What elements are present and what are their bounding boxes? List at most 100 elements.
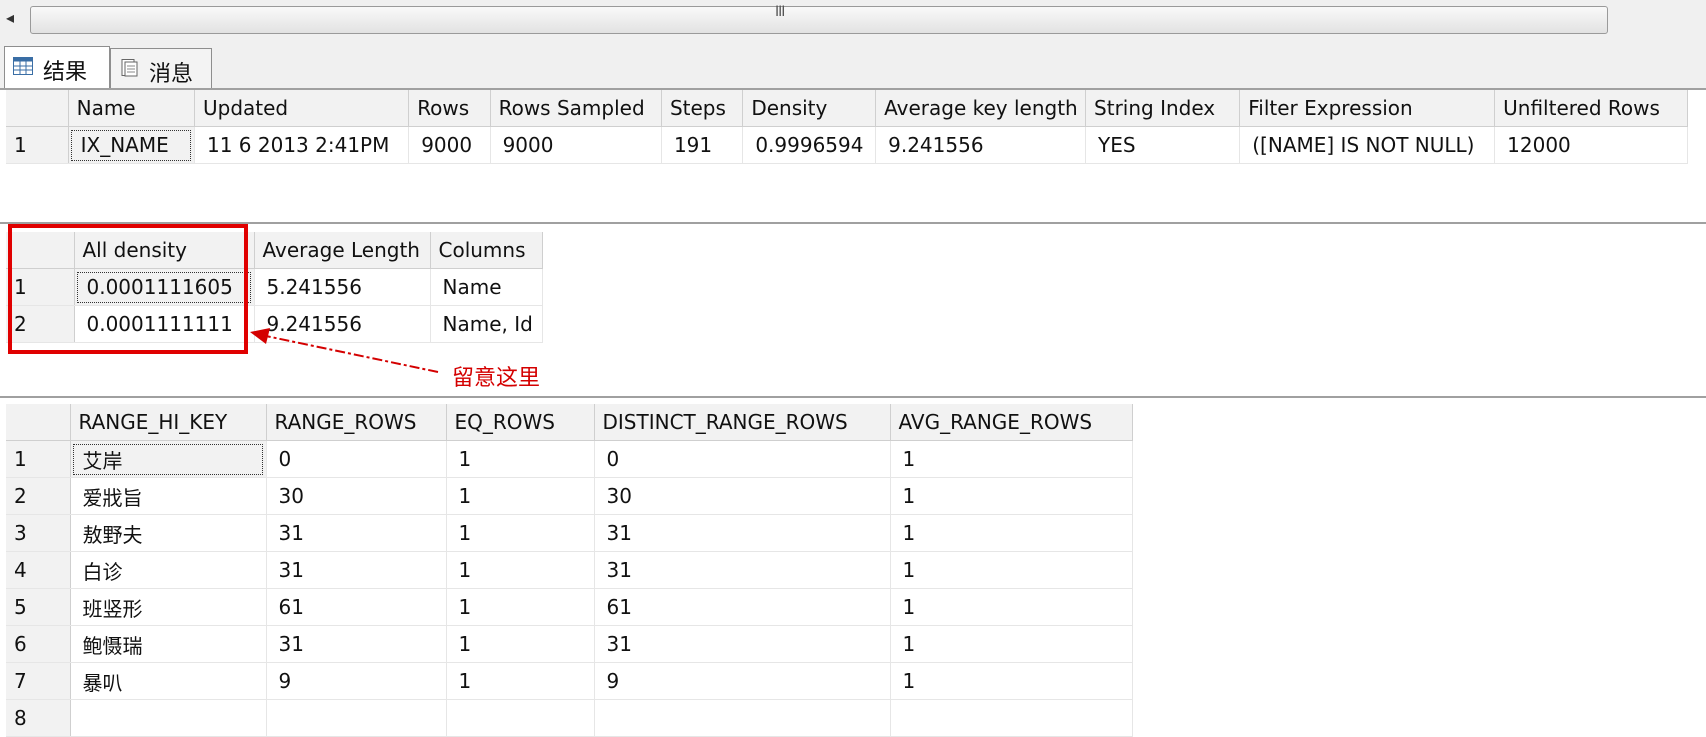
table-cell[interactable]: 31 <box>594 625 891 663</box>
table-row[interactable]: 5 班竖形 61 1 61 1 <box>6 588 1133 626</box>
table-cell[interactable]: 9000 <box>408 126 491 164</box>
column-header[interactable]: RANGE_ROWS <box>266 404 447 441</box>
table-cell[interactable]: 1 <box>890 662 1133 700</box>
table-cell[interactable]: 敖野夫 <box>70 514 267 552</box>
table-cell[interactable]: 5.241556 <box>254 268 431 306</box>
column-header[interactable]: Rows <box>408 90 491 127</box>
table-cell[interactable]: 鲍慑瑞 <box>70 625 267 663</box>
table-cell[interactable]: 30 <box>266 477 447 515</box>
table-cell[interactable]: 1 <box>446 588 595 626</box>
table-cell[interactable]: 9 <box>594 662 891 700</box>
table-cell[interactable]: 31 <box>266 514 447 552</box>
row-number[interactable]: 4 <box>6 551 71 589</box>
horizontal-scrollbar[interactable]: ◂ III <box>0 0 1706 41</box>
table-cell[interactable]: 9000 <box>490 126 662 164</box>
table-cell[interactable]: 1 <box>890 440 1133 478</box>
column-header[interactable]: Steps <box>661 90 744 127</box>
table-cell[interactable] <box>594 699 891 737</box>
table-row[interactable]: 8 <box>6 699 1133 737</box>
table-row[interactable]: 1 IX_NAME 11 6 2013 2:41PM 9000 9000 191… <box>6 126 1688 164</box>
table-cell[interactable]: 61 <box>266 588 447 626</box>
table-cell[interactable]: 1 <box>890 625 1133 663</box>
table-header-row: Name Updated Rows Rows Sampled Steps Den… <box>6 90 1688 127</box>
column-header[interactable]: Rows Sampled <box>490 90 662 127</box>
table-cell[interactable]: 9.241556 <box>875 126 1087 164</box>
row-number[interactable]: 5 <box>6 588 71 626</box>
row-number[interactable]: 2 <box>6 477 71 515</box>
column-header[interactable]: EQ_ROWS <box>446 404 595 441</box>
table-cell[interactable]: 0 <box>266 440 447 478</box>
table-cell[interactable]: ([NAME] IS NOT NULL) <box>1239 126 1496 164</box>
tab-messages-label: 消息 <box>149 62 194 87</box>
scroll-left-arrow-icon[interactable]: ◂ <box>6 8 14 27</box>
column-header[interactable]: DISTINCT_RANGE_ROWS <box>594 404 891 441</box>
column-header[interactable]: Name <box>68 90 195 127</box>
column-header[interactable]: Filter Expression <box>1239 90 1496 127</box>
table-cell[interactable]: 1 <box>446 477 595 515</box>
table-cell[interactable]: 191 <box>661 126 744 164</box>
table-cell[interactable]: 1 <box>446 625 595 663</box>
column-header[interactable]: Average key length <box>875 90 1087 127</box>
table-row[interactable]: 2 爱戕旨 30 1 30 1 <box>6 477 1133 515</box>
highlight-box <box>8 224 248 354</box>
scrollbar-thumb[interactable] <box>30 6 1608 34</box>
table-row[interactable]: 1 艾岸 0 1 0 1 <box>6 440 1133 478</box>
table-cell[interactable]: 61 <box>594 588 891 626</box>
tab-results[interactable]: 结果 <box>4 46 110 89</box>
stats-header-pane: Name Updated Rows Rows Sampled Steps Den… <box>0 88 1706 208</box>
column-header[interactable]: AVG_RANGE_ROWS <box>890 404 1133 441</box>
column-header[interactable]: Density <box>742 90 877 127</box>
table-cell[interactable]: IX_NAME <box>68 126 195 164</box>
table-cell[interactable]: 30 <box>594 477 891 515</box>
table-cell[interactable]: 1 <box>890 551 1133 589</box>
table-cell[interactable]: 爱戕旨 <box>70 477 267 515</box>
table-cell[interactable]: 11 6 2013 2:41PM <box>194 126 410 164</box>
row-number[interactable]: 7 <box>6 662 71 700</box>
table-row[interactable]: 7 暴叭 9 1 9 1 <box>6 662 1133 700</box>
row-number[interactable]: 6 <box>6 625 71 663</box>
table-cell[interactable]: 31 <box>594 551 891 589</box>
table-cell[interactable]: 班竖形 <box>70 588 267 626</box>
column-header[interactable]: String Index <box>1085 90 1241 127</box>
column-header[interactable]: Average Length <box>254 232 431 269</box>
table-cell[interactable]: 31 <box>594 514 891 552</box>
table-cell[interactable]: 1 <box>890 477 1133 515</box>
row-number[interactable]: 1 <box>6 126 69 164</box>
table-cell[interactable]: 31 <box>266 625 447 663</box>
table-cell[interactable]: 1 <box>446 551 595 589</box>
table-cell[interactable]: 31 <box>266 551 447 589</box>
grid-icon <box>13 57 33 75</box>
table-cell[interactable]: 9 <box>266 662 447 700</box>
tab-messages[interactable]: 消息 <box>110 48 212 89</box>
table-cell[interactable]: 1 <box>446 440 595 478</box>
table-cell[interactable] <box>446 699 595 737</box>
row-number[interactable]: 1 <box>6 440 71 478</box>
row-number[interactable]: 3 <box>6 514 71 552</box>
table-cell[interactable]: 1 <box>890 588 1133 626</box>
table-row[interactable]: 4 白诊 31 1 31 1 <box>6 551 1133 589</box>
column-header[interactable]: Updated <box>194 90 410 127</box>
column-header[interactable]: Unfiltered Rows <box>1494 90 1688 127</box>
table-cell[interactable]: Name <box>430 268 543 306</box>
table-cell[interactable]: 白诊 <box>70 551 267 589</box>
table-cell[interactable] <box>266 699 447 737</box>
table-cell[interactable] <box>70 699 267 737</box>
table-cell[interactable] <box>890 699 1133 737</box>
table-row[interactable]: 6 鲍慑瑞 31 1 31 1 <box>6 625 1133 663</box>
table-cell[interactable]: 0.9996594 <box>742 126 877 164</box>
table-cell[interactable]: 0 <box>594 440 891 478</box>
column-header[interactable]: Columns <box>430 232 543 269</box>
table-row[interactable]: 3 敖野夫 31 1 31 1 <box>6 514 1133 552</box>
row-number[interactable]: 8 <box>6 699 71 737</box>
column-header[interactable] <box>6 404 71 441</box>
table-cell[interactable]: 12000 <box>1494 126 1688 164</box>
table-cell[interactable]: 1 <box>890 514 1133 552</box>
table-cell[interactable]: 暴叭 <box>70 662 267 700</box>
table-cell[interactable]: 1 <box>446 662 595 700</box>
table-cell[interactable]: YES <box>1085 126 1241 164</box>
stats-header-grid: Name Updated Rows Rows Sampled Steps Den… <box>6 90 1688 164</box>
table-cell[interactable]: 1 <box>446 514 595 552</box>
column-header[interactable]: RANGE_HI_KEY <box>70 404 267 441</box>
table-cell[interactable]: 艾岸 <box>70 440 267 478</box>
column-header[interactable] <box>6 90 69 127</box>
